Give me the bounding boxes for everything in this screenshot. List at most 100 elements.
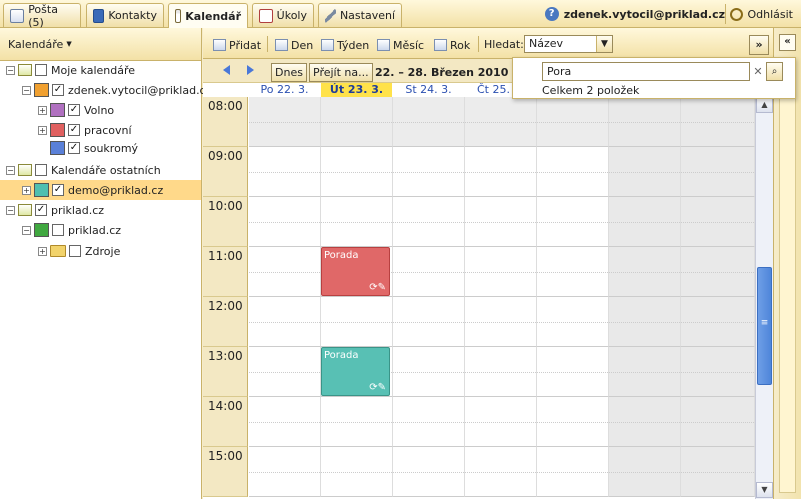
time-slot[interactable] [465, 447, 537, 497]
tree-group-others-calendars[interactable]: − Kalendáře ostatních [0, 160, 201, 180]
time-slot[interactable] [537, 197, 609, 247]
time-slot[interactable] [249, 297, 321, 347]
week-view-button[interactable]: Týden [321, 36, 369, 54]
time-slot[interactable] [609, 397, 681, 447]
time-slot[interactable] [609, 197, 681, 247]
help-icon[interactable]: ? [544, 7, 559, 21]
day-header-today[interactable]: Út 23. 3. [321, 83, 392, 97]
tree-group-domain[interactable]: − ✓ priklad.cz [0, 200, 201, 220]
tree-item-calendar-selected[interactable]: + ✓ demo@priklad.cz [0, 180, 201, 200]
day-view-button[interactable]: Den [275, 36, 313, 54]
checkbox[interactable] [35, 164, 47, 176]
time-slot[interactable] [609, 97, 681, 147]
year-view-button[interactable]: Rok [434, 36, 470, 54]
tab-settings[interactable]: Nastavení [318, 3, 402, 27]
search-icon[interactable]: ⌕ [766, 62, 783, 81]
calendar-event[interactable]: Porada ⟳✎ [321, 247, 390, 296]
tree-group-my-calendars[interactable]: − Moje kalendáře [0, 60, 201, 80]
tab-contacts[interactable]: Kontakty [86, 3, 164, 27]
time-slot[interactable] [537, 297, 609, 347]
time-slot[interactable] [681, 347, 755, 397]
time-slot[interactable] [465, 247, 537, 297]
expand-icon[interactable]: + [38, 125, 47, 135]
time-slot[interactable] [537, 247, 609, 297]
collapse-icon[interactable]: − [22, 85, 31, 95]
time-slot[interactable] [681, 197, 755, 247]
calendar-event[interactable]: Porada ⟳✎ [321, 347, 390, 396]
time-slot[interactable] [681, 297, 755, 347]
time-slot[interactable] [609, 147, 681, 197]
time-slot[interactable] [537, 447, 609, 497]
tree-item-calendar[interactable]: ✓ soukromý [0, 138, 201, 158]
search-input[interactable]: Pora [542, 62, 750, 81]
time-slot[interactable] [393, 397, 465, 447]
time-slot[interactable] [321, 97, 393, 147]
time-slot[interactable] [249, 197, 321, 247]
tree-item-calendar[interactable]: + ✓ Volno [0, 100, 201, 120]
time-slot[interactable] [321, 197, 393, 247]
checkbox[interactable]: ✓ [68, 142, 80, 154]
time-slot[interactable] [609, 347, 681, 397]
scroll-down-button[interactable]: ▼ [756, 482, 773, 498]
expand-icon[interactable]: + [22, 185, 31, 195]
search-field-select[interactable]: Název ▼ [524, 35, 613, 53]
day-header[interactable]: Po 22. 3. [249, 83, 320, 97]
checkbox[interactable]: ✓ [68, 124, 80, 136]
time-slot[interactable] [321, 297, 393, 347]
time-slot[interactable] [321, 447, 393, 497]
time-slot[interactable] [681, 147, 755, 197]
time-slot[interactable] [681, 247, 755, 297]
time-slot[interactable] [249, 347, 321, 397]
time-slot[interactable] [321, 397, 393, 447]
checkbox[interactable] [35, 64, 47, 76]
tab-calendar[interactable]: Kalendář [168, 3, 248, 28]
time-slot[interactable] [609, 297, 681, 347]
sidebar-header[interactable]: Kalendáře ▼ [0, 28, 201, 61]
scroll-up-button[interactable]: ▲ [756, 97, 773, 113]
time-slot[interactable] [537, 97, 609, 147]
time-slot[interactable] [321, 147, 393, 197]
tree-item-calendar[interactable]: − priklad.cz [0, 220, 201, 240]
time-slot[interactable] [393, 247, 465, 297]
time-slot[interactable] [249, 97, 321, 147]
month-view-button[interactable]: Měsíc [377, 36, 424, 54]
add-event-button[interactable]: Přidat [213, 36, 261, 54]
expand-icon[interactable]: + [38, 105, 47, 115]
previous-week-icon[interactable] [223, 65, 230, 75]
time-slot[interactable] [465, 397, 537, 447]
time-slot[interactable] [609, 447, 681, 497]
time-slot[interactable] [609, 247, 681, 297]
checkbox[interactable]: ✓ [68, 104, 80, 116]
tree-item-calendar[interactable]: − ✓ zdenek.vytocil@priklad.cz [0, 80, 211, 100]
panel-strip[interactable] [779, 58, 796, 493]
more-options-button[interactable]: » [749, 35, 769, 55]
checkbox[interactable] [52, 224, 64, 236]
time-slot[interactable] [249, 397, 321, 447]
tree-item-resources[interactable]: + Zdroje [0, 241, 201, 261]
time-slot[interactable] [393, 347, 465, 397]
time-slot[interactable] [393, 97, 465, 147]
time-slot[interactable] [537, 397, 609, 447]
logout-button[interactable]: Odhlásit [725, 4, 797, 24]
collapse-icon[interactable]: − [6, 165, 15, 175]
time-slot[interactable] [681, 447, 755, 497]
vertical-scrollbar[interactable]: ▲ ≡ ▼ [755, 97, 773, 499]
time-slot[interactable] [681, 97, 755, 147]
expand-icon[interactable]: + [38, 246, 47, 256]
time-slot[interactable] [393, 147, 465, 197]
time-slot[interactable] [249, 247, 321, 297]
collapse-icon[interactable]: − [22, 225, 31, 235]
clear-icon[interactable]: ✕ [751, 62, 765, 81]
time-slot[interactable] [465, 297, 537, 347]
time-slot[interactable] [465, 347, 537, 397]
expand-panel-button[interactable]: « [779, 34, 796, 51]
time-slot[interactable] [393, 447, 465, 497]
collapse-icon[interactable]: − [6, 65, 15, 75]
week-grid[interactable]: 08:00 09:00 10:00 11:00 12:00 13:00 14:0… [203, 97, 755, 499]
time-slot[interactable] [537, 147, 609, 197]
time-slot[interactable] [393, 197, 465, 247]
time-slot[interactable] [537, 347, 609, 397]
checkbox[interactable] [69, 245, 81, 257]
time-slot[interactable] [681, 397, 755, 447]
time-slot[interactable] [465, 197, 537, 247]
